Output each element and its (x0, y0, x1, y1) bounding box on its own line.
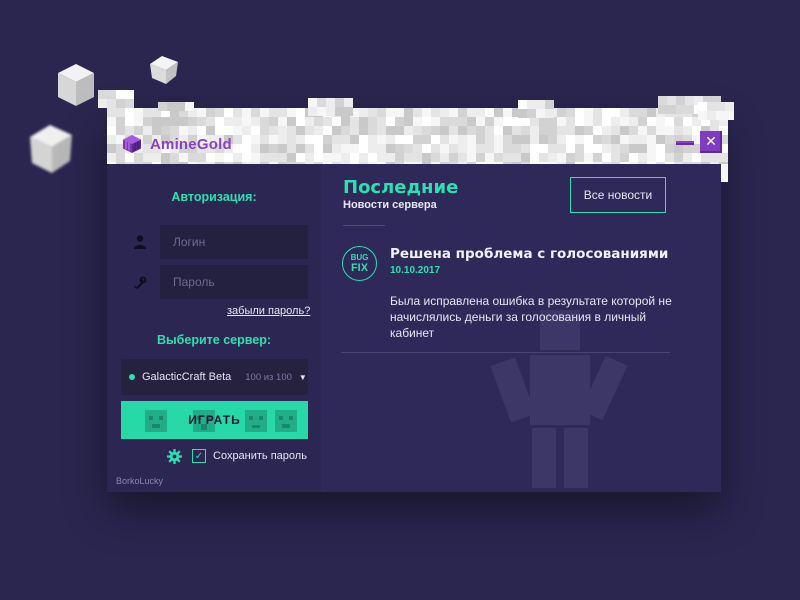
auth-panel (107, 164, 321, 492)
heading-divider (343, 225, 385, 226)
app-title: AmineGold (150, 135, 232, 153)
user-icon (134, 235, 146, 249)
server-status-dot (129, 374, 135, 380)
login-input[interactable] (173, 235, 308, 249)
post-date: 10.10.2017 (390, 265, 441, 276)
mob-decoration (145, 410, 167, 432)
post-title[interactable]: Решена проблема с голосованиями (390, 246, 668, 262)
close-icon: ✕ (705, 134, 717, 150)
check-icon: ✓ (194, 450, 204, 462)
floating-cube-decoration (30, 125, 72, 173)
post-divider (341, 352, 670, 353)
server-heading: Выберите сервер: (156, 333, 272, 347)
password-input[interactable] (173, 275, 308, 289)
play-button-label: ИГРАТЬ (188, 413, 241, 427)
bug-fix-badge: BUG FIX (342, 246, 377, 281)
auth-heading: Авторизация: (171, 190, 257, 204)
login-field[interactable] (160, 225, 308, 259)
cube-logo-icon (123, 135, 141, 153)
password-field[interactable] (160, 265, 308, 299)
server-select[interactable]: GalacticCraft Beta 100 из 100 ▼ (121, 359, 308, 395)
app-logo: AmineGold (122, 134, 232, 154)
author-credit: BorkoLucky (116, 476, 164, 486)
close-button[interactable]: ✕ (700, 131, 722, 153)
floating-cube-decoration (58, 64, 94, 106)
server-player-count: 100 из 100 (245, 371, 292, 383)
news-subheading: Новости сервера (343, 199, 437, 211)
save-password-label: Сохранить пароль (213, 450, 307, 462)
save-password-checkbox[interactable]: ✓ (192, 449, 206, 463)
post-body: Была исправлена ошибка в результате кото… (390, 294, 672, 340)
minimize-button[interactable] (676, 141, 694, 145)
mob-decoration (245, 410, 267, 432)
badge-top-text: BUG (350, 252, 369, 262)
mob-decoration (275, 410, 297, 432)
play-button[interactable]: ИГРАТЬ (121, 401, 308, 439)
chevron-down-icon: ▼ (298, 372, 307, 382)
forgot-password-link[interactable]: забыли пароль? (227, 305, 310, 317)
all-news-button[interactable]: Все новости (570, 177, 666, 213)
floating-cube-decoration (150, 56, 178, 84)
key-icon (134, 276, 147, 290)
news-heading: Последние (343, 177, 459, 198)
badge-bottom-text: FIX (350, 261, 369, 274)
gear-icon[interactable] (167, 449, 182, 464)
server-name: GalacticCraft Beta (142, 371, 232, 383)
